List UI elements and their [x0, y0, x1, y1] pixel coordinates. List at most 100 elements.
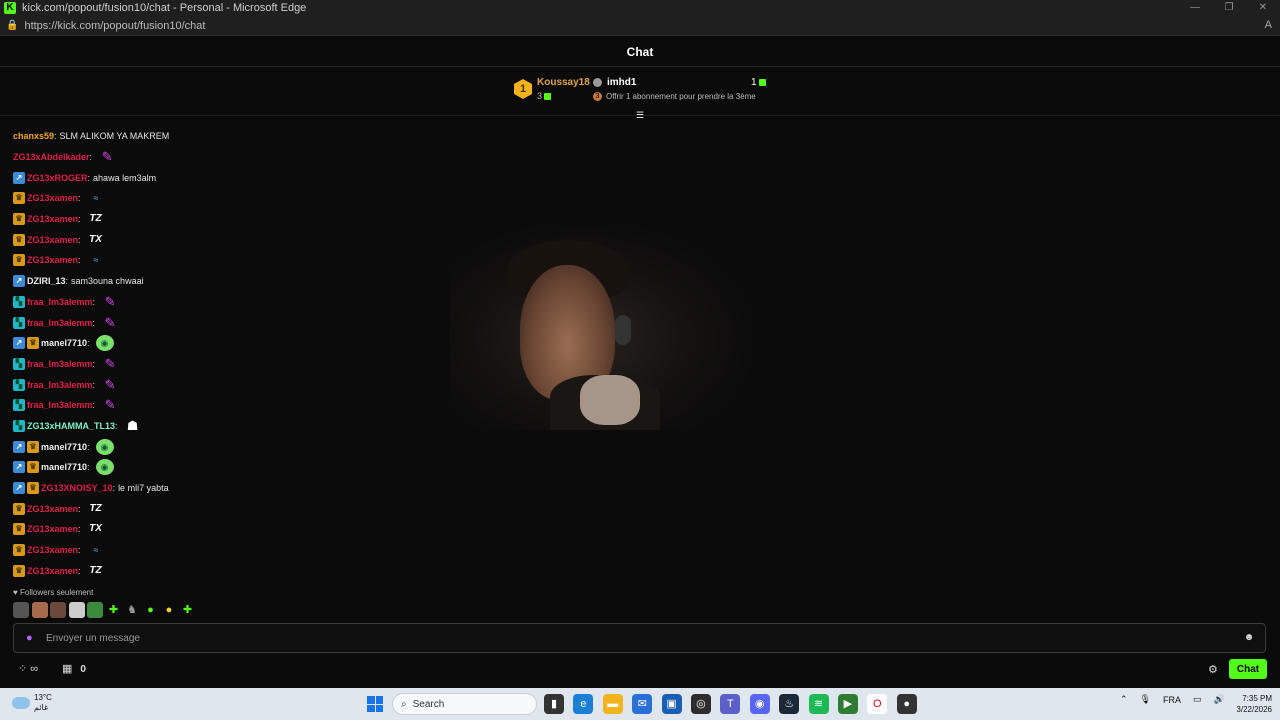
- gift-offer-text[interactable]: 3 Offrir 1 abonnement pour prendre la 3èm…: [593, 92, 756, 102]
- blob-emote-icon[interactable]: ◉: [95, 438, 114, 455]
- edge-icon[interactable]: e: [573, 694, 594, 714]
- discord-icon[interactable]: ◉: [749, 694, 770, 714]
- chat-username[interactable]: manel7710: [41, 442, 87, 452]
- feather-emote-icon[interactable]: ✎: [101, 356, 119, 372]
- outlook-icon[interactable]: ✉: [632, 694, 653, 714]
- steam-icon[interactable]: ♨: [779, 694, 800, 714]
- input-language[interactable]: FRA: [1163, 695, 1181, 705]
- chat-username[interactable]: ZG13xamen: [27, 545, 78, 555]
- volume-icon[interactable]: 🔊: [1214, 694, 1225, 705]
- crown-badge-icon[interactable]: ♛: [13, 502, 25, 515]
- store-icon[interactable]: ▣: [661, 694, 682, 714]
- chat-username[interactable]: fraa_lm3alemm: [27, 318, 93, 328]
- chat-username[interactable]: manel7710: [41, 338, 87, 348]
- close-icon[interactable]: ✕: [1246, 0, 1280, 16]
- emote-button[interactable]: ●: [143, 602, 159, 618]
- subscriber-badge-icon[interactable]: ▚: [13, 399, 25, 412]
- verified-arrow-badge-icon[interactable]: ↗: [13, 337, 25, 350]
- address-url[interactable]: https://kick.com/popout/fusion10/chat: [24, 20, 205, 32]
- chat-username[interactable]: ZG13XNOISY_10: [41, 483, 113, 493]
- chat-username[interactable]: ZG13xamen: [27, 255, 78, 265]
- verified-arrow-badge-icon[interactable]: ↗: [13, 461, 25, 474]
- verified-arrow-badge-icon[interactable]: ↗: [13, 275, 25, 288]
- tz-emote-icon[interactable]: TZ: [87, 501, 105, 517]
- chat-username[interactable]: fraa_lm3alemm: [27, 380, 93, 390]
- settings-gear-icon[interactable]: ⚙: [1208, 663, 1218, 676]
- chat-username[interactable]: ZG13xamen: [27, 524, 78, 534]
- emote-button[interactable]: ♞: [124, 602, 140, 618]
- channel-points-button[interactable]: ⁘ ∞: [18, 662, 38, 675]
- app-icon[interactable]: ◎: [690, 694, 711, 714]
- emote-button[interactable]: [68, 602, 85, 618]
- blob-emote-icon[interactable]: ◉: [95, 459, 114, 476]
- emote-button[interactable]: ✚: [180, 602, 196, 618]
- chat-username[interactable]: ZG13xHAMMA_TL13: [27, 421, 115, 431]
- second-gifter-name[interactable]: imhd1: [607, 77, 636, 88]
- message-input-container[interactable]: ● ☻: [13, 623, 1266, 653]
- file-explorer-icon[interactable]: ▬: [602, 694, 623, 714]
- collapse-leaderboard-icon[interactable]: ☰: [633, 110, 647, 120]
- minimize-icon[interactable]: —: [1178, 0, 1212, 16]
- emote-button[interactable]: ✚: [106, 602, 122, 618]
- opera-icon[interactable]: O: [867, 694, 888, 714]
- network-icon[interactable]: ▭: [1193, 694, 1202, 705]
- microphone-icon[interactable]: ●: [26, 632, 36, 644]
- chat-username[interactable]: manel7710: [41, 462, 87, 472]
- top-gifter-name[interactable]: Koussay18: [537, 77, 590, 88]
- verified-arrow-badge-icon[interactable]: ↗: [13, 440, 25, 453]
- windows-start-icon[interactable]: [367, 696, 383, 712]
- send-chat-button[interactable]: Chat: [1229, 659, 1267, 679]
- taskbar-search[interactable]: ⌕ Search: [392, 693, 537, 715]
- ghost-emote-icon[interactable]: ☗: [124, 418, 142, 434]
- chat-username[interactable]: fraa_lm3alemm: [27, 359, 93, 369]
- feather-emote-icon[interactable]: ✎: [101, 294, 119, 310]
- wave-emote-icon[interactable]: ≈: [87, 252, 105, 268]
- gift-button[interactable]: ▦ 0: [62, 662, 86, 675]
- wave-emote-icon[interactable]: ≈: [87, 542, 105, 558]
- emote-button[interactable]: [31, 602, 48, 618]
- tx-emote-icon[interactable]: TX: [87, 232, 105, 248]
- crown-badge-icon[interactable]: ♛: [27, 440, 39, 453]
- crown-badge-icon[interactable]: ♛: [13, 523, 25, 536]
- wave-emote-icon[interactable]: ≈: [87, 190, 105, 206]
- microphone-tray-icon[interactable]: 🎙: [1140, 694, 1151, 705]
- restore-icon[interactable]: ❐: [1212, 0, 1246, 16]
- chat-username[interactable]: ZG13xamen: [27, 214, 78, 224]
- emote-button[interactable]: [50, 602, 66, 618]
- chat-username[interactable]: DZIRI_13: [27, 276, 66, 286]
- emote-button[interactable]: ●: [161, 602, 177, 618]
- terminal-icon[interactable]: ▶: [837, 694, 858, 714]
- chat-username[interactable]: chanxs59: [13, 131, 54, 141]
- read-aloud-icon[interactable]: A: [1265, 19, 1272, 31]
- blob-emote-icon[interactable]: ◉: [95, 335, 114, 352]
- feather-emote-icon[interactable]: ✎: [101, 315, 119, 331]
- crown-badge-icon[interactable]: ♛: [13, 213, 25, 226]
- feather-emote-icon[interactable]: ✎: [101, 397, 119, 413]
- subscriber-badge-icon[interactable]: ▚: [13, 419, 25, 432]
- message-input[interactable]: [46, 632, 1243, 644]
- tz-emote-icon[interactable]: TZ: [87, 563, 105, 579]
- chat-username[interactable]: ZG13xROGER: [27, 173, 88, 183]
- lock-icon[interactable]: 🔒: [6, 20, 18, 31]
- obs-icon[interactable]: ●: [896, 694, 917, 714]
- feather-emote-icon[interactable]: ✎: [98, 149, 116, 165]
- chat-username[interactable]: ZG13xamen: [27, 235, 78, 245]
- weather-widget[interactable]: 13°C غائم: [12, 693, 52, 713]
- emoji-picker-icon[interactable]: ☻: [1243, 632, 1255, 644]
- spotify-icon[interactable]: ≋: [808, 694, 829, 714]
- chat-username[interactable]: fraa_lm3alemm: [27, 400, 93, 410]
- crown-badge-icon[interactable]: ♛: [13, 233, 25, 246]
- crown-badge-icon[interactable]: ♛: [13, 564, 25, 577]
- task-view-icon[interactable]: ▮: [544, 694, 564, 714]
- address-bar[interactable]: 🔒 https://kick.com/popout/fusion10/chat …: [0, 16, 1280, 36]
- chevron-up-icon[interactable]: ⌃: [1120, 694, 1128, 705]
- chat-username[interactable]: ZG13xamen: [27, 504, 78, 514]
- verified-arrow-badge-icon[interactable]: ↗: [13, 482, 25, 495]
- taskbar-clock[interactable]: 7:35 PM 3/22/2026: [1228, 693, 1272, 715]
- crown-badge-icon[interactable]: ♛: [27, 337, 39, 350]
- chat-username[interactable]: fraa_lm3alemm: [27, 297, 93, 307]
- emote-button[interactable]: [13, 602, 29, 618]
- crown-badge-icon[interactable]: ♛: [13, 192, 25, 205]
- feather-emote-icon[interactable]: ✎: [101, 377, 119, 393]
- subscriber-badge-icon[interactable]: ▚: [13, 357, 25, 370]
